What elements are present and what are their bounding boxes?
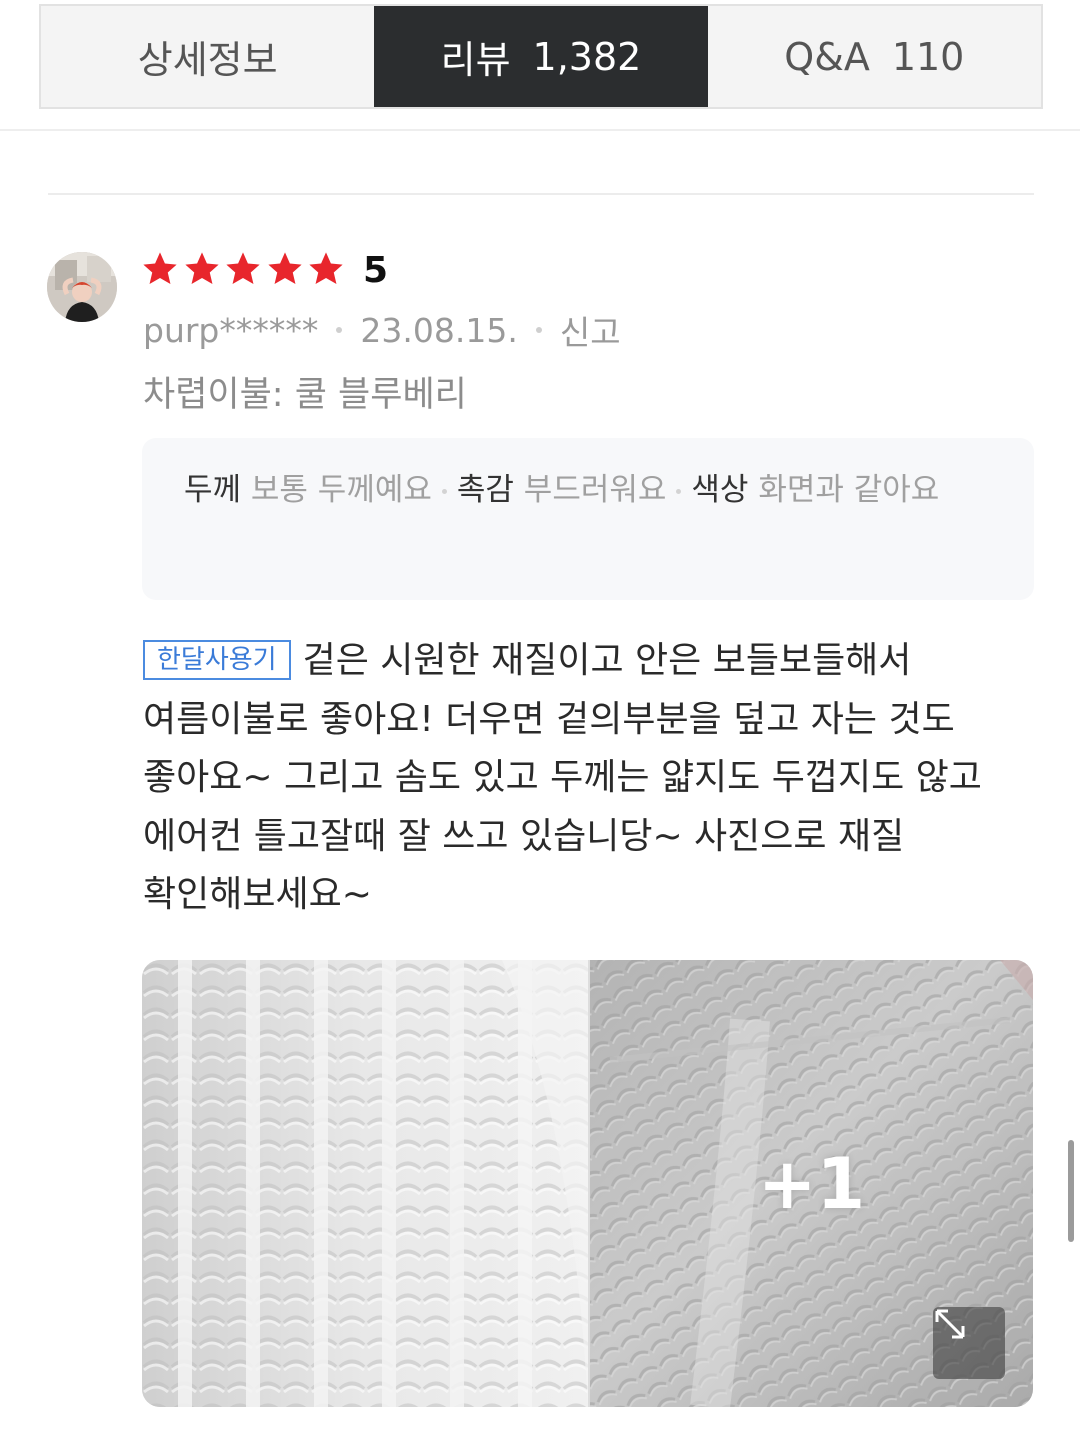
expand-icon-glyph (935, 1309, 965, 1339)
expand-icon[interactable] (933, 1307, 1005, 1379)
tab-count: 1,382 (532, 34, 642, 79)
report-button[interactable]: 신고 (560, 306, 621, 354)
avatar-image (47, 252, 117, 322)
tab-qna[interactable]: Q&A 110 (708, 6, 1041, 107)
star-icon (309, 252, 343, 285)
separator-dot (676, 489, 682, 494)
attribute-key: 두께 (184, 472, 242, 508)
username: purp****** (143, 310, 319, 350)
tab-count: 110 (891, 34, 965, 79)
product-option: 차렵이불: 쿨 블루베리 (143, 375, 467, 415)
review-photos: +1 (142, 960, 1033, 1407)
review-body: 한달사용기 겉은 시원한 재질이고 안은 보들보들해서 여름이불로 좋아요! 더우… (143, 632, 1033, 925)
star-icon (184, 252, 219, 285)
review-date: 23.08.15. (360, 310, 518, 350)
attribute-value: 부드러워요 (523, 472, 667, 508)
tab-reviews[interactable]: 리뷰 1,382 (374, 6, 708, 107)
tab-detail-info[interactable]: 상세정보 (41, 6, 374, 107)
star-icon (226, 252, 260, 285)
review-text: 겉은 시원한 재질이고 안은 보들보들해서 여름이불로 좋아요! 더우면 겉의부… (143, 640, 982, 915)
separator-dot (336, 327, 343, 333)
review-attributes: 두께 보통 두께예요 촉감 부드러워요 색상 화면과 같아요 (142, 438, 1034, 600)
star-icon (267, 252, 302, 285)
attribute-key: 색상 (691, 472, 749, 508)
rating-score: 5 (363, 250, 389, 291)
month-usage-badge: 한달사용기 (143, 640, 291, 680)
divider (48, 193, 1034, 195)
tab-label: Q&A (784, 34, 870, 79)
star-icon (143, 252, 177, 285)
review-photo[interactable]: +1 (590, 960, 1033, 1407)
star-rating (141, 250, 349, 288)
tab-label: 상세정보 (137, 38, 278, 82)
attribute-key: 촉감 (456, 472, 514, 508)
review-tabs: 상세정보 리뷰 1,382 Q&A 110 (39, 4, 1043, 109)
separator-dot (535, 327, 542, 333)
attribute-value: 보통 두께예요 (250, 472, 432, 508)
review-meta: purp****** 23.08.15. 신고 (143, 306, 621, 354)
avatar[interactable] (47, 252, 117, 322)
tab-label: 리뷰 (440, 38, 511, 82)
divider (0, 129, 1080, 131)
photo-seersucker-fabric (142, 960, 588, 1407)
attribute-value: 화면과 같아요 (758, 472, 940, 508)
review-photo[interactable] (142, 960, 588, 1407)
separator-dot (441, 489, 447, 494)
scrollbar[interactable] (1068, 1140, 1074, 1242)
